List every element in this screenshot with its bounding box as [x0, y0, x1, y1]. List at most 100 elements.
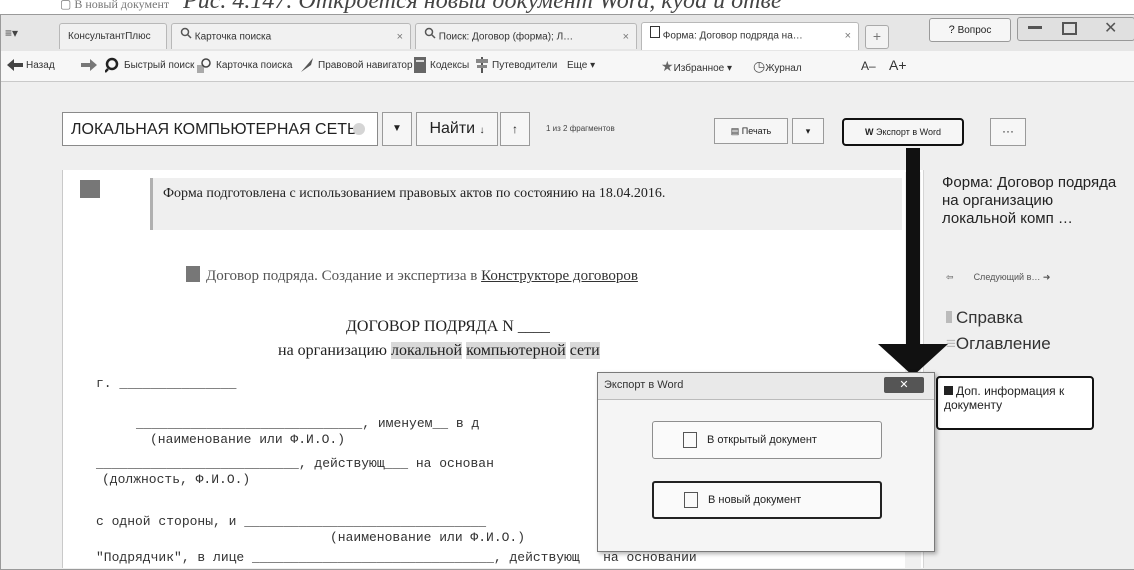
minimize-icon[interactable] [1028, 26, 1042, 29]
close-icon[interactable]: × [845, 23, 851, 49]
more-menu[interactable]: Еще ▾ [567, 57, 595, 75]
contents-link[interactable]: ≡Оглавление [946, 334, 1051, 354]
tab-label: Форма: Договор подряда на… [662, 30, 803, 42]
highlight-term: компьютерной [466, 342, 566, 359]
legal-navigator-label: Правовой навигатор [318, 60, 413, 71]
question-button[interactable]: ? Вопрос [929, 18, 1011, 42]
find-up-button[interactable]: ↑ [500, 112, 530, 146]
dialog-titlebar: Экспорт в Word ✕ [598, 373, 934, 400]
export-open-label: В открытый документ [707, 434, 817, 446]
journal-label: Журнал [765, 63, 802, 74]
constructor-text: Договор подряда. Создание и экспертиза в [206, 268, 482, 284]
maximize-icon[interactable] [1062, 22, 1077, 35]
codex-book-icon [414, 57, 426, 74]
back-label: Назад [26, 60, 55, 71]
print-button[interactable]: ▤ Печать [714, 118, 788, 144]
arrow-up-icon: ↑ [512, 122, 518, 136]
highlight-term: сети [569, 342, 600, 359]
print-dropdown[interactable]: ▾ [792, 118, 824, 144]
export-new-document-button[interactable]: В новый документ [652, 481, 882, 519]
favorites-menu[interactable]: ★Избранное ▾ [661, 57, 732, 78]
tab-document[interactable]: Форма: Договор подряда на… × [641, 22, 859, 50]
search-card-label: Карточка поиска [216, 60, 293, 71]
next-document-nav[interactable]: ⇦ Следующий в… ➜ [946, 272, 1050, 283]
doc-line-3-hint: (наименование или Ф.И.О.) [330, 530, 526, 545]
find-button[interactable]: Найти ↓ [416, 112, 498, 146]
guides-label: Путеводители [492, 60, 558, 71]
open-document-icon [683, 432, 697, 449]
question-icon: ? [948, 24, 955, 36]
quick-search-label: Быстрый поиск [124, 60, 195, 71]
codes-button[interactable]: Кодексы [413, 57, 469, 75]
window-controls: ✕ [1017, 17, 1134, 41]
note-flag-icon [80, 180, 100, 198]
caption-text: Рис. 4.147. Откроется новый документ Wor… [183, 0, 782, 14]
back-arrow-icon [7, 59, 23, 72]
search-icon [424, 24, 436, 49]
tab-search-card[interactable]: Карточка поиска × [171, 23, 411, 49]
constructor-line: Договор подряда. Создание и экспертиза в… [186, 266, 638, 285]
tab-label: Поиск: Договор (форма); Л… [438, 31, 574, 43]
dialog-title: Экспорт в Word [604, 379, 684, 391]
guides-button[interactable]: Путеводители [475, 57, 557, 75]
export-dialog: Экспорт в Word ✕ В открытый документ В н… [597, 372, 935, 552]
magnifier-icon [104, 58, 119, 74]
dialog-close-button[interactable]: ✕ [884, 377, 924, 393]
help-link[interactable]: Справка [946, 308, 1023, 328]
export-open-document-button[interactable]: В открытый документ [652, 421, 882, 459]
forward-button[interactable] [81, 57, 100, 75]
search-dropdown-button[interactable]: ▼ [382, 112, 412, 146]
more-actions-button[interactable]: ··· [990, 118, 1026, 146]
quick-search-button[interactable]: Быстрый поиск [104, 57, 195, 75]
figure-caption: ▢ В новый документ Рис. 4.147. Откроется… [60, 0, 782, 15]
extra-info-link[interactable]: Доп. информация к документу [936, 376, 1094, 430]
print-label: Печать [741, 126, 772, 136]
back-button[interactable]: Назад [7, 57, 55, 75]
export-word-label: Экспорт в Word [876, 127, 941, 137]
search-card-icon [197, 58, 211, 74]
search-card-icon [180, 24, 192, 49]
close-icon[interactable]: × [623, 24, 629, 49]
menu-icon[interactable]: ≡▾ [5, 26, 27, 44]
forward-arrow-icon [81, 59, 97, 72]
arrow-down-icon: ↓ [479, 125, 485, 136]
prev-arrow-icon[interactable]: ⇦ [946, 272, 954, 282]
sidebar-doc-title: Форма: Договор подряда на организацию ло… [942, 174, 1117, 227]
close-window-icon[interactable]: ✕ [1104, 18, 1117, 38]
form-note: Форма подготовлена с использованием прав… [150, 178, 902, 230]
codes-label: Кодексы [430, 60, 470, 71]
search-card-button[interactable]: Карточка поиска [197, 57, 292, 75]
doc-line-2: __________________________, действующ___… [96, 456, 494, 471]
search-input[interactable]: ЛОКАЛЬНАЯ КОМПЬЮТЕРНАЯ СЕТЬ [62, 112, 378, 146]
new-tab-button[interactable]: + [865, 25, 889, 49]
font-increase-button[interactable]: A+ [889, 56, 907, 74]
info-icon [944, 386, 953, 395]
caret-down-icon: ▾ [805, 126, 811, 136]
printer-icon: ▤ [730, 126, 742, 136]
doc-line-3: с одной стороны, и _____________________… [96, 514, 487, 529]
new-document-icon [684, 492, 698, 509]
export-word-button[interactable]: W Экспорт в Word [842, 118, 964, 146]
help-label: Справка [956, 308, 1023, 327]
constructor-link[interactable]: Конструкторе договоров [481, 268, 638, 284]
caption-prefix: ▢ В новый документ [60, 0, 170, 11]
next-label: Следующий в… [973, 272, 1041, 282]
favorites-label: Избранное ▾ [673, 63, 733, 74]
legal-navigator-button[interactable]: Правовой навигатор [299, 57, 413, 75]
caret-down-icon: ▼ [392, 123, 402, 134]
journal-button[interactable]: ◷Журнал [753, 57, 802, 78]
tab-search-results[interactable]: Поиск: Договор (форма); Л… × [415, 23, 637, 49]
doc-line-city: г. _______________ [96, 376, 237, 391]
clear-search-icon[interactable] [353, 123, 365, 135]
question-label: Вопрос [957, 25, 992, 36]
signpost-icon [476, 57, 488, 74]
right-sidebar: Форма: Договор подряда на организацию ло… [930, 170, 1134, 568]
form-note-text: Форма подготовлена с использованием прав… [163, 186, 666, 201]
contract-title-text: ДОГОВОР ПОДРЯДА N ____ [346, 318, 550, 335]
next-arrow-icon[interactable]: ➜ [1043, 272, 1051, 282]
contract-subtitle: на организацию локальной компьютерной се… [278, 342, 600, 360]
font-decrease-button[interactable]: A– [861, 57, 876, 75]
close-icon[interactable]: × [397, 24, 403, 49]
tab-consultant[interactable]: КонсультантПлюс [59, 23, 167, 49]
contents-label: Оглавление [955, 334, 1051, 353]
